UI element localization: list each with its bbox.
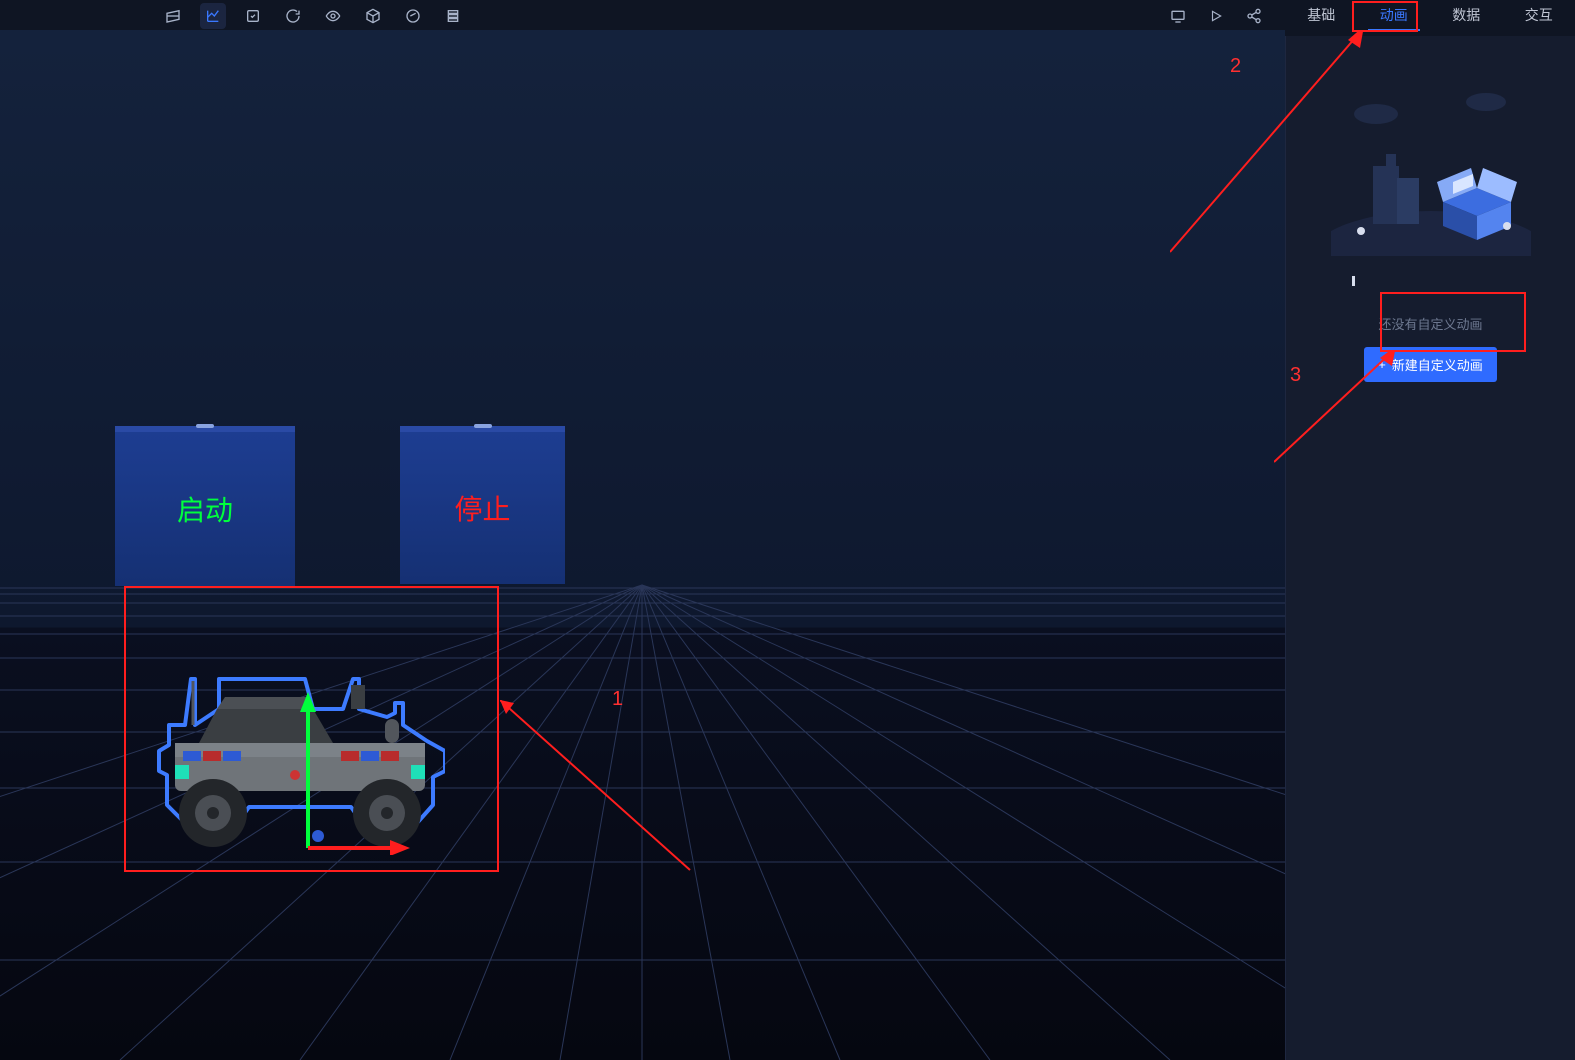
panel-handle <box>474 424 492 428</box>
side-panel-tabs: 基础 动画 数据 交互 <box>1285 0 1575 30</box>
empty-state-illustration <box>1331 76 1531 256</box>
list-icon[interactable] <box>440 3 466 29</box>
selected-vehicle-model[interactable] <box>155 655 445 870</box>
tab-interaction[interactable]: 交互 <box>1503 0 1575 30</box>
viewport[interactable]: 启动 停止 <box>0 30 1285 1060</box>
viewport-toolbar <box>160 4 466 28</box>
annotation-label-1: 1 <box>612 688 623 711</box>
scene-panel-start[interactable]: 启动 <box>115 426 295 586</box>
annotation-label-2: 2 <box>1230 55 1241 78</box>
panel-start-label: 启动 <box>177 489 233 529</box>
refresh-icon[interactable] <box>280 3 306 29</box>
tab-basic[interactable]: 基础 <box>1285 0 1358 30</box>
tab-label: 动画 <box>1380 5 1408 25</box>
cube-icon[interactable] <box>360 3 386 29</box>
side-panel: 还没有自定义动画 + 新建自定义动画 <box>1285 36 1575 1060</box>
panel-stop-label: 停止 <box>454 488 510 528</box>
new-animation-button[interactable]: + 新建自定义动画 <box>1364 347 1497 382</box>
chart-icon[interactable] <box>200 3 226 29</box>
share-icon[interactable] <box>1243 5 1265 27</box>
tab-label: 基础 <box>1307 5 1335 25</box>
panel-handle <box>196 424 214 428</box>
circle-icon[interactable] <box>400 3 426 29</box>
new-animation-button-label: 新建自定义动画 <box>1392 355 1483 374</box>
tab-data[interactable]: 数据 <box>1430 0 1503 30</box>
tab-animation[interactable]: 动画 <box>1358 0 1431 30</box>
annotation-label-3: 3 <box>1290 364 1301 387</box>
camera-icon[interactable] <box>160 3 186 29</box>
play-icon[interactable] <box>1205 5 1227 27</box>
monitor-icon[interactable] <box>1167 5 1189 27</box>
tab-label: 数据 <box>1452 5 1480 25</box>
eye-icon[interactable] <box>320 3 346 29</box>
empty-state-text: 还没有自定义动画 <box>1378 314 1482 333</box>
scene-panel-stop[interactable]: 停止 <box>400 426 565 584</box>
plus-icon: + <box>1378 357 1386 372</box>
edit-icon[interactable] <box>240 3 266 29</box>
tab-label: 交互 <box>1525 5 1553 25</box>
decorative-mark <box>1352 276 1355 286</box>
toolbar-right <box>1167 4 1265 28</box>
